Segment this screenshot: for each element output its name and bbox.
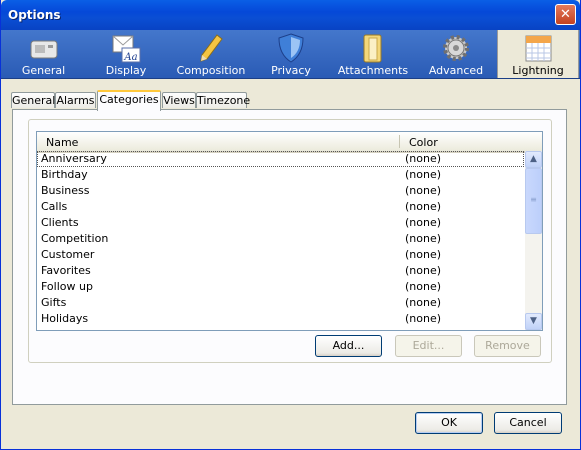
category-name: Favorites [41,264,91,277]
options-dialog: Options ✕ General Aa Display Composition… [0,0,581,450]
category-name: Clients [41,216,79,229]
category-color: (none) [405,200,442,213]
pane-composition[interactable]: Composition [175,30,247,78]
category-name: Holidays [41,312,89,325]
category-name: Follow up [41,280,93,293]
category-color: (none) [405,264,442,277]
prefpane-toolbar: General Aa Display Composition Privacy A… [1,30,580,79]
add-button[interactable]: Add... [315,335,382,357]
pane-label: Display [105,64,147,77]
svg-text:Aa: Aa [123,52,137,63]
pane-label: Attachments [337,64,409,77]
tab-views[interactable]: Views [162,92,196,108]
pencil-icon [200,34,223,62]
shield-icon [278,33,304,63]
list-item[interactable]: Gifts (none) [37,295,524,311]
category-color: (none) [405,184,442,197]
ok-button[interactable]: OK [415,412,483,434]
category-name: Birthday [41,168,88,181]
edit-button[interactable]: Edit... [395,335,462,357]
gear-icon [443,35,469,61]
list-item[interactable]: Competition (none) [37,231,524,247]
pane-privacy[interactable]: Privacy [263,30,319,78]
tab-timezone[interactable]: Timezone [196,92,250,108]
window-title: Options [8,8,61,22]
paperclip-folder-icon [363,34,382,63]
category-color: (none) [405,312,442,325]
category-color: (none) [405,152,442,165]
list-item[interactable]: Favorites (none) [37,263,524,279]
list-item[interactable]: Calls (none) [37,199,524,215]
pane-label: General [21,64,66,77]
tab-general[interactable]: General [11,92,55,108]
pane-label: Advanced [428,64,484,77]
pane-advanced[interactable]: Advanced [427,30,485,78]
category-name: Gifts [41,296,67,309]
tab-alarms[interactable]: Alarms [55,92,96,108]
category-name: Business [41,184,90,197]
category-name: Calls [41,200,68,213]
list-item[interactable]: Follow up (none) [37,279,524,295]
column-header-name[interactable]: Name [46,136,78,149]
list-item[interactable]: Anniversary (none) [37,151,524,167]
list-header: Name Color [37,132,542,153]
list-item[interactable]: Birthday (none) [37,167,524,183]
pane-label: Privacy [271,64,311,77]
category-name: Competition [41,232,109,245]
category-color: (none) [405,168,442,181]
category-name: Anniversary [41,152,107,165]
remove-button[interactable]: Remove [474,335,541,357]
category-color: (none) [405,216,442,229]
pane-lightning[interactable]: Lightning [497,30,579,78]
scroll-up-button[interactable]: ▲ [525,151,542,168]
list-rows: Anniversary (none) Birthday (none) Busin… [37,151,524,327]
pane-label: Composition [176,64,246,77]
cancel-button[interactable]: Cancel [494,412,562,434]
category-color: (none) [405,296,442,309]
scroll-down-button[interactable]: ▼ [525,313,542,330]
tab-categories[interactable]: Categories [97,90,161,111]
list-item[interactable]: Customer (none) [37,247,524,263]
column-divider[interactable] [399,135,400,148]
title-bar[interactable]: Options ✕ [1,0,580,30]
display-pane-icon: Aa [112,35,141,63]
category-color: (none) [405,232,442,245]
pane-attachments[interactable]: Attachments [337,30,409,78]
categories-list[interactable]: Name Color Anniversary (none) Birthday (… [36,131,543,331]
pane-label: Lightning [512,64,564,77]
list-item[interactable]: Holidays (none) [37,311,524,327]
pane-display[interactable]: Aa Display [95,30,157,78]
category-name: Customer [41,248,95,261]
close-button[interactable]: ✕ [555,4,576,25]
calendar-icon [525,35,552,62]
list-item[interactable]: Clients (none) [37,215,524,231]
list-item[interactable]: Business (none) [37,183,524,199]
scroll-thumb[interactable]: ≡ [525,168,542,234]
category-color: (none) [405,248,442,261]
pane-general[interactable]: General [11,30,76,78]
list-scrollbar[interactable]: ▲ ≡ ▼ [525,151,542,330]
category-color: (none) [405,280,442,293]
column-header-color[interactable]: Color [409,136,438,149]
general-pane-icon [30,40,57,59]
